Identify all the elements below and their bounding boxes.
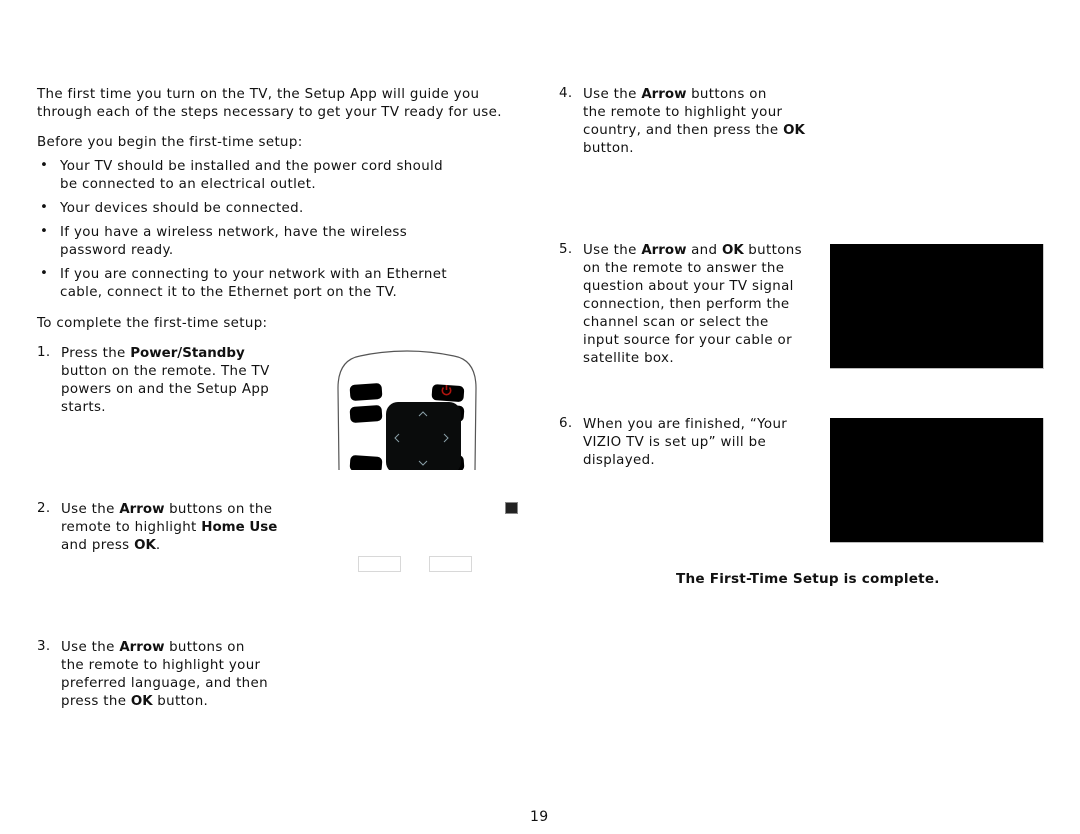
step-number: 3. — [37, 639, 51, 654]
step-line: country, and then press the OK — [583, 123, 805, 138]
intro-line: The first time you turn on the TV, the S… — [37, 87, 480, 102]
page-number: 19 — [530, 809, 549, 825]
step-line: Use the Arrow buttons on — [61, 640, 245, 655]
remote-illustration — [336, 348, 478, 470]
step-number: 1. — [37, 345, 51, 360]
remote-button — [349, 405, 383, 423]
step-line: VIZIO TV is set up” will be — [583, 435, 767, 450]
step-5: 5. Use the Arrow and OK buttons on the rem… — [559, 242, 802, 368]
step-1: 1. Press the Power/Standby button on the r… — [37, 345, 270, 417]
bullet-icon: • — [40, 266, 49, 281]
bullet-item: • If you are connecting to your network … — [40, 266, 447, 302]
bullet-line: password ready. — [60, 243, 174, 258]
tv-screen-image — [830, 244, 1044, 369]
dialog-button-left — [358, 556, 401, 572]
step-2: 2. Use the Arrow buttons on the remote to … — [37, 501, 278, 555]
energy-star-icon — [505, 502, 518, 514]
intro-line: through each of the steps necessary to g… — [37, 105, 502, 120]
step-line: Press the Power/Standby — [61, 346, 245, 361]
bullet-line: If you have a wireless network, have the… — [60, 225, 408, 240]
bullet-line: Your devices should be connected. — [60, 201, 304, 216]
bullet-item: • If you have a wireless network, have t… — [40, 224, 408, 260]
step-line: press the OK button. — [61, 694, 209, 709]
step-line: question about your TV signal — [583, 279, 794, 294]
step-number: 2. — [37, 501, 51, 516]
bullet-icon: • — [40, 200, 49, 215]
bullet-icon: • — [40, 224, 49, 239]
step-line: Use the Arrow buttons on — [583, 87, 767, 102]
bullet-line: be connected to an electrical outlet. — [60, 177, 316, 192]
step-line: the remote to highlight your — [61, 658, 261, 673]
bullet-item: • Your devices should be connected. — [40, 200, 304, 218]
bullet-line: If you are connecting to your network wi… — [60, 267, 447, 282]
step-line: Use the Arrow buttons on the — [61, 502, 273, 517]
emphasis-term: Arrow — [119, 502, 165, 517]
step-number: 6. — [559, 416, 573, 431]
completion-message: The First-Time Setup is complete. — [676, 571, 940, 587]
bullet-line: cable, connect it to the Ethernet port o… — [60, 285, 398, 300]
step-line: channel scan or select the — [583, 315, 769, 330]
emphasis-term: Home Use — [201, 520, 278, 535]
step-line: and press OK. — [61, 538, 161, 553]
remote-button — [349, 455, 383, 470]
emphasis-term: Arrow — [641, 87, 687, 102]
step-4: 4. Use the Arrow buttons on the remote to … — [559, 86, 805, 158]
emphasis-term: OK — [134, 538, 156, 553]
emphasis-term: Power/Standby — [130, 346, 245, 361]
step-line: the remote to highlight your — [583, 105, 783, 120]
step-line: remote to highlight Home Use — [61, 520, 278, 535]
emphasis-term: OK — [783, 123, 805, 138]
step-6: 6. When you are finished, “Your VIZIO TV i… — [559, 416, 788, 470]
step-line: on the remote to answer the — [583, 261, 785, 276]
intro-paragraph: The first time you turn on the TV, the S… — [37, 86, 527, 122]
step-line: button. — [583, 141, 634, 156]
step-line: connection, then perform the — [583, 297, 790, 312]
bullet-icon: • — [40, 158, 49, 173]
bullet-item: • Your TV should be installed and the po… — [40, 158, 443, 194]
emphasis-term: Arrow — [641, 243, 687, 258]
step-number: 4. — [559, 86, 573, 101]
step-line: satellite box. — [583, 351, 674, 366]
step-line: displayed. — [583, 453, 656, 468]
step-line: preferred language, and then — [61, 676, 268, 691]
step-line: powers on and the Setup App — [61, 382, 270, 397]
step-line: When you are finished, “Your — [583, 417, 788, 432]
step-line: starts. — [61, 400, 106, 415]
step-line: Use the Arrow and OK buttons — [583, 243, 802, 258]
emphasis-term: OK — [721, 243, 744, 258]
step-line: input source for your cable or — [583, 333, 792, 348]
complete-heading: To complete the first-time setup: — [37, 316, 268, 331]
remote-button — [349, 383, 383, 401]
step-number: 5. — [559, 242, 573, 257]
emphasis-term: OK — [130, 694, 153, 709]
tv-screen-image — [830, 418, 1044, 543]
step-3: 3. Use the Arrow buttons on the remote to … — [37, 639, 268, 711]
step-line: button on the remote. The TV — [61, 364, 270, 379]
power-button — [431, 384, 465, 402]
before-heading: Before you begin the first-time setup: — [37, 135, 303, 150]
emphasis-term: Arrow — [119, 640, 165, 655]
bullet-line: Your TV should be installed and the powe… — [60, 159, 443, 174]
dialog-button-right — [429, 556, 472, 572]
